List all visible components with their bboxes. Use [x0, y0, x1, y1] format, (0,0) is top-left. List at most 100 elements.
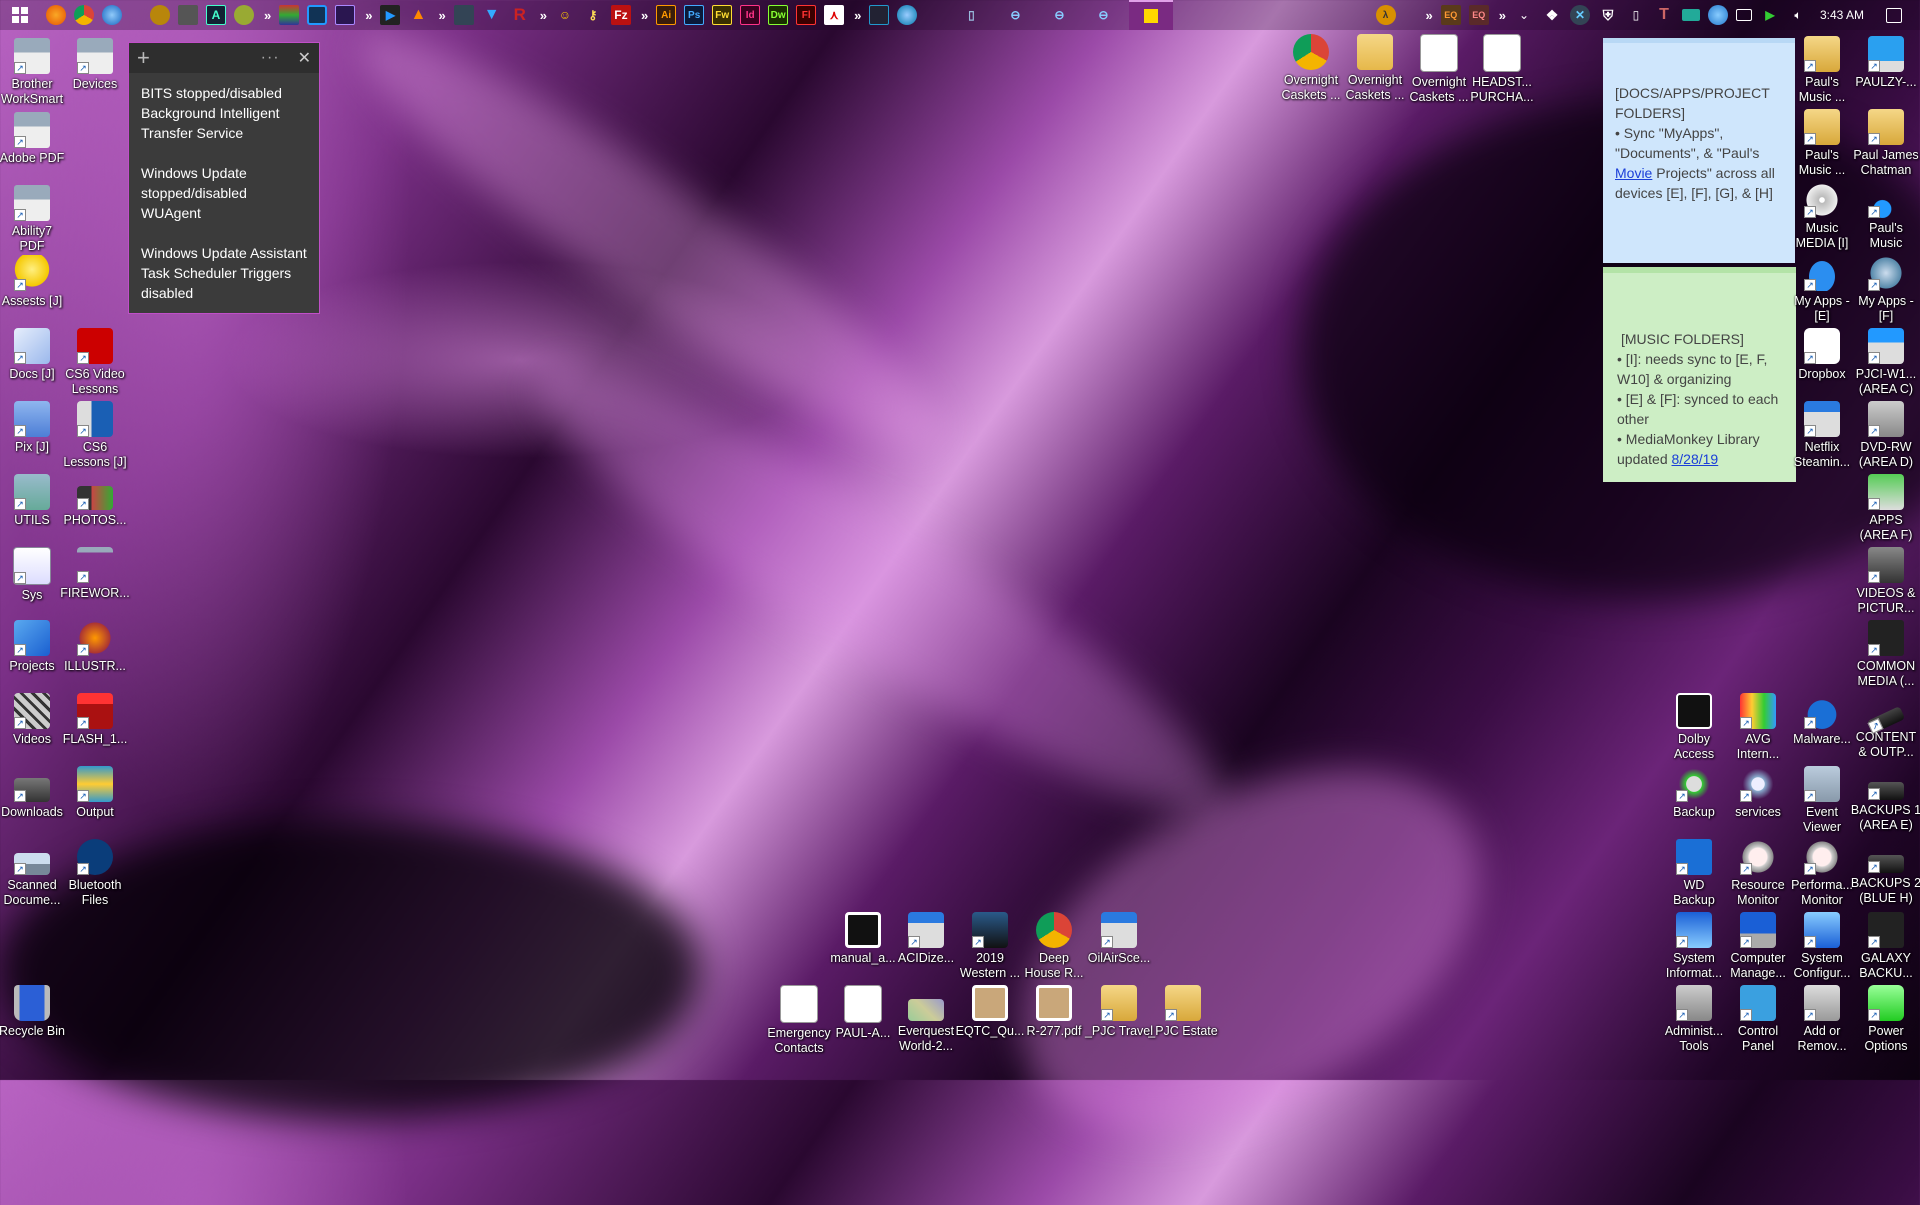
desktop-icon-external-drive[interactable]: ↗BACKUPS 1 (AREA E)	[1850, 766, 1920, 833]
sync-app-icon[interactable]	[307, 5, 327, 25]
character-app-icon[interactable]: ☺	[555, 5, 575, 25]
eq2-icon[interactable]: EQ	[1469, 5, 1489, 25]
desktop-icon-map-thumb[interactable]: Everquest World-2...	[890, 985, 962, 1054]
overflow-chevron-icon[interactable]: »	[264, 8, 269, 23]
desktop-icon-fla-file[interactable]: ↗FLASH_1...	[59, 693, 131, 747]
router-app-icon[interactable]	[234, 5, 254, 25]
premiere-app-icon[interactable]	[335, 5, 355, 25]
sticky-note-docs-folders[interactable]: [DOCS/APPS/PROJECT FOLDERS] • Sync "MyAp…	[1603, 38, 1795, 263]
shield-app-icon[interactable]	[150, 5, 170, 25]
overflow-chevron-icon[interactable]: »	[365, 8, 370, 23]
acrobat-icon[interactable]: ⋏	[824, 5, 844, 25]
desktop-icon-document-thumb[interactable]: HEADST... PURCHA...	[1466, 34, 1538, 105]
desktop-icon-battery[interactable]: ↗Power Options	[1850, 985, 1920, 1054]
game-app-icon[interactable]	[454, 5, 474, 25]
dropbox-icon[interactable]: ❖	[1542, 5, 1562, 25]
defender-icon[interactable]: ⛨	[1598, 5, 1618, 25]
add-note-button[interactable]: +	[137, 45, 150, 71]
sticky-note-services[interactable]: + ··· ✕ BITS stopped/disabled Background…	[128, 42, 320, 314]
desktop-icon-bluetooth[interactable]: ↗Bluetooth Files	[59, 839, 131, 908]
keyboard-icon[interactable]	[1682, 9, 1700, 21]
display-icon[interactable]	[1736, 9, 1752, 21]
desktop-icon-dvd-drive[interactable]: ↗DVD-RW (AREA D)	[1850, 401, 1920, 470]
clock[interactable]: 3:43 AM	[1820, 8, 1864, 22]
desktop-icon-music-folder[interactable]: ↗Paul's Music ...	[1786, 36, 1858, 105]
desktop-icon-music-note[interactable]: ↗Paul's Music	[1850, 182, 1920, 251]
illustrator-icon[interactable]: Ai	[656, 5, 676, 25]
desktop-icon-camcorder[interactable]: ↗VIDEOS & PICTUR...	[1850, 547, 1920, 616]
overflow-chevron-icon[interactable]: »	[854, 8, 859, 23]
desktop-icon-printer[interactable]: ↗Ability7 PDF	[0, 185, 68, 254]
winrar-icon[interactable]	[279, 5, 299, 25]
overflow-chevron-icon[interactable]: »	[1426, 8, 1431, 23]
firefox-icon[interactable]	[46, 5, 66, 25]
movie-link[interactable]: Movie	[1615, 165, 1652, 181]
a-app-icon[interactable]: A	[206, 5, 226, 25]
start-button[interactable]	[10, 5, 30, 25]
desktop-icon-windows-drive[interactable]: ↗PJCI-W1... (AREA C)	[1850, 328, 1920, 397]
note-menu-button[interactable]: ···	[261, 49, 280, 67]
desktop-icon-usb-stick[interactable]: ↗CONTENT & OUTP...	[1850, 693, 1920, 760]
action-center-icon[interactable]	[1886, 8, 1902, 23]
arrows-icon[interactable]: ▶	[1760, 5, 1780, 25]
desktop-icon-external-drive[interactable]: ↗BACKUPS 2 (BLUE H)	[1850, 839, 1920, 906]
desktop-icon-printer[interactable]: ↗Devices	[59, 38, 131, 92]
usb-icon[interactable]: ▯	[1626, 5, 1646, 25]
desktop-icon-video-output[interactable]: ↗Output	[59, 766, 131, 820]
overflow-chevron-icon[interactable]: »	[641, 8, 646, 23]
dreamweaver-icon[interactable]: Dw	[768, 5, 788, 25]
desktop-icon-illustrator[interactable]: ↗ILLUSTR...	[59, 620, 131, 674]
desktop-icon-printer[interactable]: ↗Adobe PDF	[0, 112, 68, 166]
eq-icon[interactable]: EQ	[1441, 5, 1461, 25]
vlc-icon[interactable]: ▲	[408, 5, 428, 25]
connect-app-icon[interactable]: ⊖	[1049, 5, 1069, 25]
fireworks-icon[interactable]: Fw	[712, 5, 732, 25]
sticky-note-music-folders[interactable]: [MUSIC FOLDERS] • [I]: needs sync to [E,…	[1603, 267, 1796, 482]
desktop-icon-computer[interactable]: ↗PAULZY-...	[1850, 36, 1920, 90]
filezilla-icon[interactable]: Fz	[611, 5, 631, 25]
desktop-icon-chrome[interactable]: Deep House R...	[1018, 912, 1090, 981]
desktop-icon-black-drive[interactable]: ↗COMMON MEDIA (...	[1850, 620, 1920, 689]
desktop-icon-monitor[interactable]: ↗CS6 Lessons [J]	[59, 401, 131, 470]
media-player-icon[interactable]: ▶	[380, 5, 400, 25]
desktop-icon-fireworks[interactable]: ↗FIREWOR...	[59, 547, 131, 601]
photoshop-icon[interactable]: Ps	[684, 5, 704, 25]
t-app-icon[interactable]: T	[1654, 5, 1674, 25]
overflow-chevron-icon[interactable]: »	[540, 8, 545, 23]
thunderbird-icon[interactable]	[102, 5, 122, 25]
sticky-notes-taskbar-button[interactable]	[1129, 0, 1173, 30]
skull-app-icon[interactable]	[178, 5, 198, 25]
desktop-icon-recycle-bin[interactable]: Recycle Bin	[0, 985, 68, 1039]
desktop-icon-black-drive[interactable]: ↗GALAXY BACKU...	[1850, 912, 1920, 981]
desktop-icon-document-thumb[interactable]: Emergency Contacts	[763, 985, 835, 1056]
indesign-icon[interactable]: Id	[740, 5, 760, 25]
desktop-icon-apps-drive[interactable]: ↗APPS (AREA F)	[1850, 474, 1920, 543]
half-life-icon[interactable]: λ	[1376, 5, 1396, 25]
chevron-up-icon[interactable]: ⌄	[1514, 5, 1534, 25]
sticky-note-body[interactable]: BITS stopped/disabled Background Intelli…	[129, 73, 319, 313]
flash-icon[interactable]: Fl	[796, 5, 816, 25]
connect-app-icon[interactable]: ⊖	[1093, 5, 1113, 25]
desktop-icon-flash[interactable]: ↗CS6 Video Lessons	[59, 328, 131, 397]
desktop-icon-user-folder[interactable]: ↗Paul James Chatman	[1850, 109, 1920, 178]
chrome-icon[interactable]	[74, 5, 94, 25]
close-note-button[interactable]: ✕	[298, 48, 311, 68]
desktop-icon-printer[interactable]: ↗Brother WorkSmart	[0, 38, 68, 107]
desktop-icon-lightbulb[interactable]: ↗Assests [J]	[0, 255, 68, 309]
network-cloud-icon[interactable]	[1708, 5, 1728, 25]
volume-icon[interactable]: 🔈︎	[1788, 5, 1808, 25]
desktop-icon-pdf-folder[interactable]: ↗_PJC Estate	[1147, 985, 1219, 1039]
overflow-chevron-icon[interactable]: »	[1499, 8, 1504, 23]
globe-app-icon[interactable]	[897, 5, 917, 25]
film-app-icon[interactable]	[869, 5, 889, 25]
desktop-icon-photo[interactable]: ↗PHOTOS...	[59, 474, 131, 528]
desktop-icon-avg[interactable]: ↗AVG Intern...	[1722, 693, 1794, 762]
desktop-icon-text-editor[interactable]: ↗OilAirSce...	[1083, 912, 1155, 966]
triangle-app-icon[interactable]: ▼	[482, 5, 502, 25]
keys-app-icon[interactable]: ⚷	[583, 5, 603, 25]
overflow-chevron-icon[interactable]: »	[438, 8, 443, 23]
connect-app-icon[interactable]: ⊖	[1005, 5, 1025, 25]
r-app-icon[interactable]: R	[510, 5, 530, 25]
desktop-icon-info[interactable]: ↗My Apps - [F]	[1850, 255, 1920, 324]
phone-app-icon[interactable]: ▯	[961, 5, 981, 25]
